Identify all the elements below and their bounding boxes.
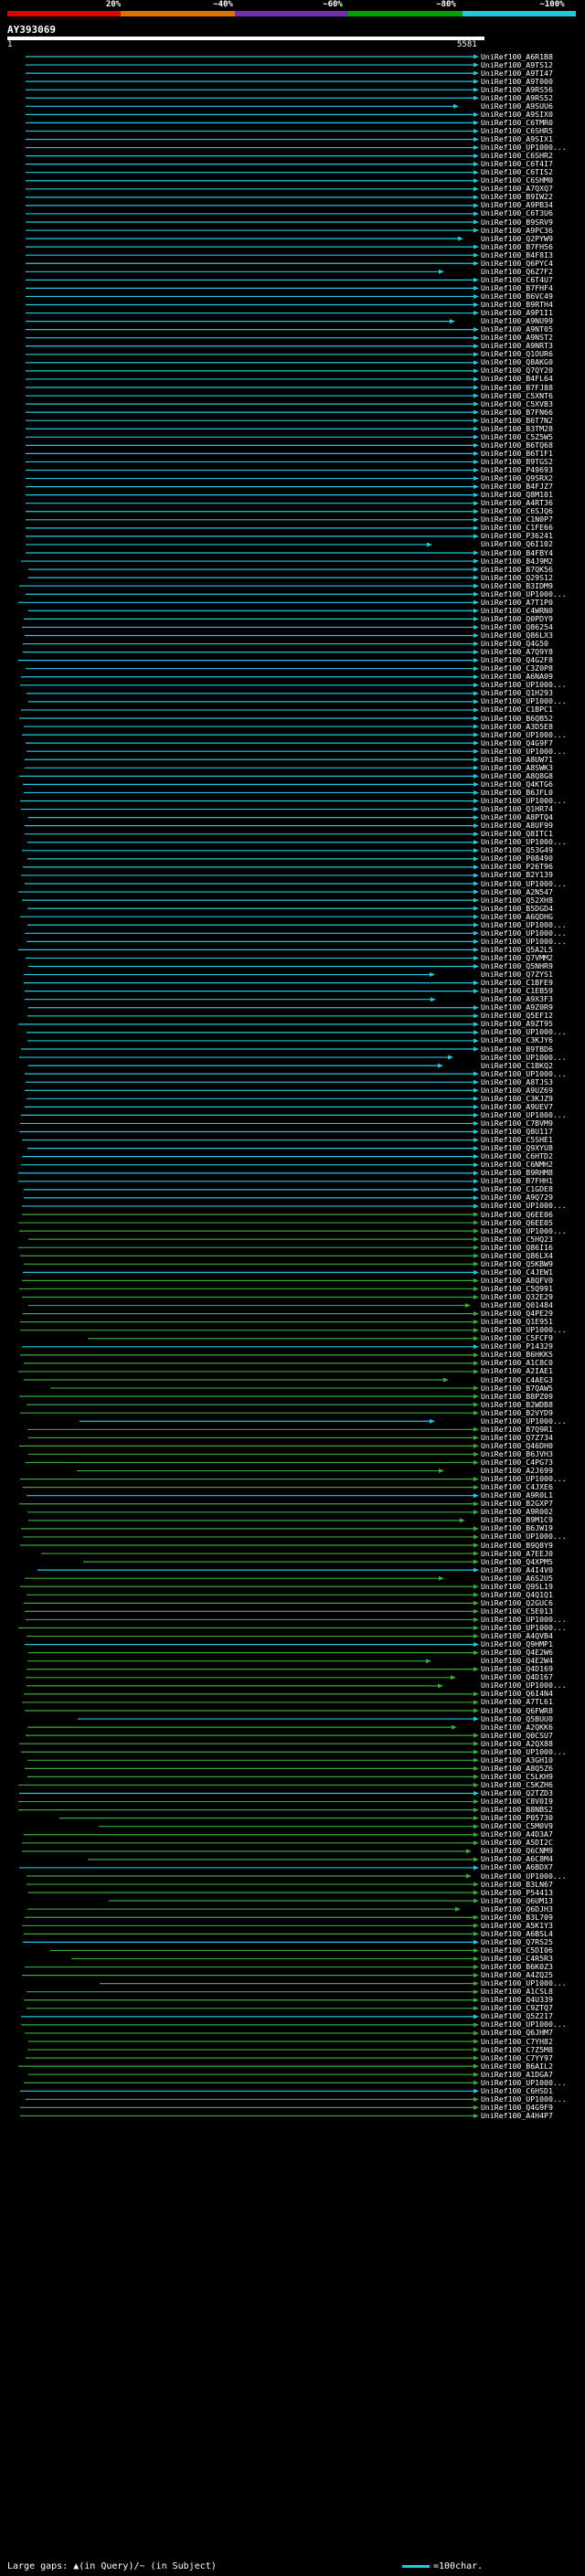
large-gaps-legend: Large gaps: ▲(in Query)/~ (in Subject) [7, 2561, 217, 2571]
scale-legend: =100char. [402, 2561, 483, 2571]
hit-label-list: UniRef100_A6R1B8 UniRef100_A9TS12 UniRef10… [0, 0, 585, 2576]
scale-legend-text: =100char. [433, 2561, 484, 2571]
hit-label[interactable]: UniRef100_A4H4P7 [481, 2111, 553, 2120]
scale-line [402, 2564, 430, 2568]
footer: Large gaps: ▲(in Query)/~ (in Subject) =… [0, 2559, 585, 2576]
